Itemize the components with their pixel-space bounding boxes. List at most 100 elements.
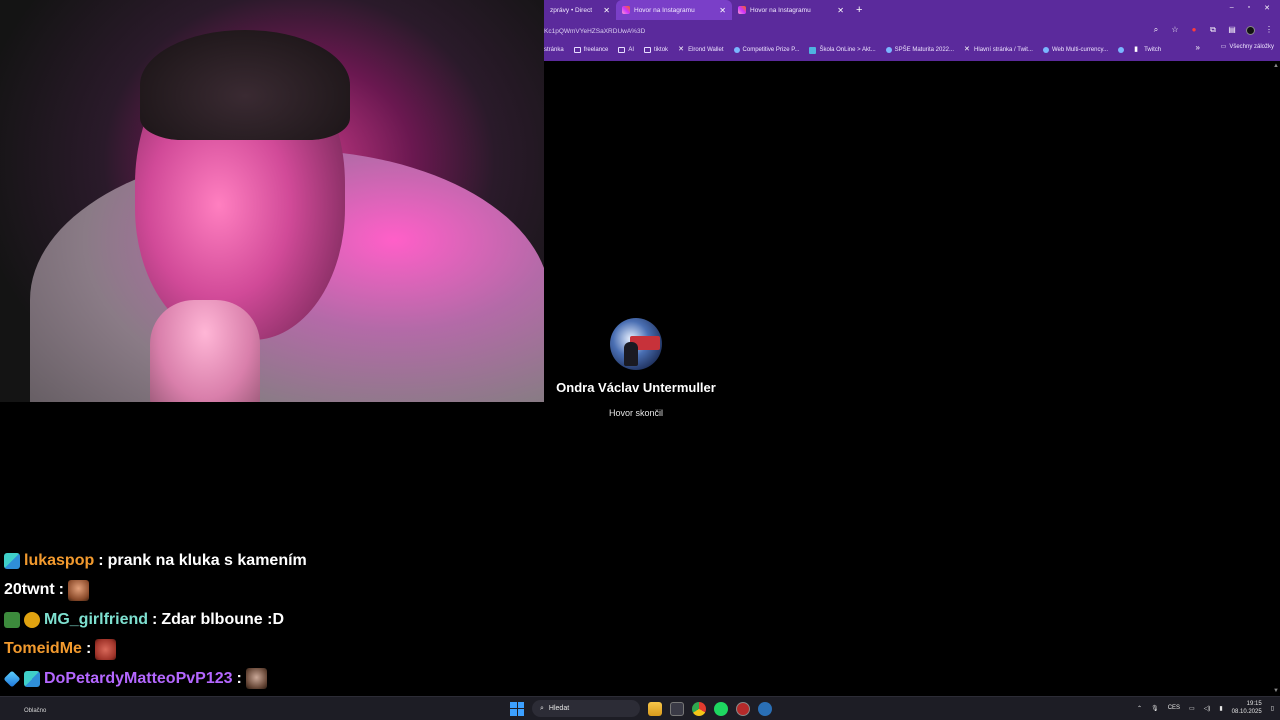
file-explorer-icon[interactable] [648, 701, 662, 716]
taskbar-search[interactable]: ⌕ Hledat [532, 700, 640, 717]
app-blue-icon[interactable] [758, 701, 772, 716]
close-window-icon[interactable]: ✕ [1264, 4, 1270, 12]
tab-instagram-call[interactable]: Hovor na Instagramu ✕ [732, 0, 850, 20]
bookmarks-bar: stránka freelance AI tiktok ✕ Elrond Wall… [544, 43, 1280, 57]
bookmark-item[interactable]: Web Multi-currency... [1042, 47, 1108, 53]
clock-date: 08.10.2025 [1231, 709, 1262, 715]
search-icon: ⌕ [540, 704, 544, 712]
x-icon: ✕ [678, 46, 684, 53]
chat-username: DoPetardyMatteoPvP123 [44, 669, 233, 687]
chat-username: 20twnt [4, 581, 55, 599]
bookmark-star-icon[interactable]: ☆ [1170, 25, 1180, 35]
bookmarks-overflow-icon[interactable]: » [1196, 43, 1200, 52]
chat-separator: : [85, 640, 92, 658]
chat-separator: : [236, 669, 242, 687]
tab-instagram-call-active[interactable]: Hovor na Instagramu ✕ [616, 0, 732, 20]
menu-kebab-icon[interactable]: ⋮ [1264, 25, 1274, 35]
twitch-icon: ▮ [1134, 46, 1138, 53]
bookmark-folder[interactable]: tiktok [644, 47, 668, 53]
chat-separator: : [58, 581, 64, 599]
tray-overflow-icon[interactable]: ⌃ [1137, 705, 1142, 712]
badge-cube-icon [3, 670, 21, 688]
battery-icon[interactable]: ▮ [1219, 705, 1222, 712]
zoom-icon[interactable]: ⌕ [1151, 25, 1161, 35]
call-status: Hovor skončil [608, 408, 664, 418]
extensions-icon[interactable]: ⧉ [1208, 25, 1218, 35]
avatar-figure [624, 342, 638, 366]
bookmark-item[interactable]: Škola OnLine > Akt... [809, 46, 876, 54]
emote-icon [245, 668, 267, 690]
webcam-feed [0, 0, 544, 402]
chat-username: lukaspop [24, 551, 95, 569]
address-bar[interactable]: Kc1pQWmVYeHZSaXRDUwA%3D ⌕ ☆ ● ⧉ ▤ ⋮ [544, 21, 1280, 41]
url-text[interactable]: Kc1pQWmVYeHZSaXRDUwA%3D [544, 28, 645, 35]
new-tab-button[interactable]: + [850, 4, 868, 16]
clock-time: 19:15 [1246, 701, 1262, 707]
chat-text: Zdar blboune :D [161, 610, 284, 628]
bookmark-item[interactable]: ✕ Hlavní stránka / Twit... [964, 46, 1033, 53]
close-tab-icon[interactable]: ✕ [719, 6, 726, 15]
chat-username: MG_girlfriend [44, 610, 149, 628]
instagram-icon [622, 6, 630, 14]
all-bookmarks-button[interactable]: ▭ Všechny záložky [1220, 43, 1274, 51]
bookmark-folder[interactable]: freelance [573, 47, 608, 53]
scroll-up-icon[interactable]: ▲ [1273, 63, 1279, 69]
school-icon [809, 46, 817, 54]
emote-icon [95, 638, 117, 660]
globe-icon [1118, 47, 1125, 53]
scroll-down-icon[interactable]: ▼ [1273, 688, 1279, 694]
chat-text: prank na kluka s kamením [107, 551, 307, 569]
spotify-icon[interactable] [714, 701, 728, 716]
tab-label: Hovor na Instagramu [634, 6, 695, 14]
bookmark-item[interactable]: Competitive Prize P... [733, 47, 799, 53]
weather-widget[interactable]: Oblačno [24, 708, 46, 714]
chat-message: 20twnt : [4, 576, 544, 606]
minimize-icon[interactable]: – [1230, 4, 1234, 12]
folder-icon: ▭ [1220, 44, 1227, 50]
volume-icon[interactable]: ◁) [1204, 705, 1211, 712]
app-red-icon[interactable] [736, 701, 750, 716]
taskbar-apps: ⌕ Hledat [510, 700, 772, 717]
extension-red-icon[interactable]: ● [1189, 25, 1199, 35]
folder-icon [618, 47, 626, 53]
globe-icon [885, 47, 892, 53]
chat-message: lukaspop : prank na kluka s kamením [4, 546, 544, 576]
webcam-hand [150, 300, 260, 402]
chat-message: TomeidMe : [4, 635, 544, 665]
tab-strip: zprávy • Direct ✕ Hovor na Instagramu ✕ … [544, 0, 1280, 20]
profile-avatar[interactable] [1246, 25, 1255, 35]
chat-separator: : [98, 551, 104, 569]
close-tab-icon[interactable]: ✕ [603, 6, 610, 15]
close-tab-icon[interactable]: ✕ [837, 6, 844, 15]
page-scrollbar[interactable]: ▲ ▼ [1272, 61, 1280, 696]
bookmark-item[interactable]: SPŠE Maturita 2022... [885, 47, 954, 53]
instagram-icon [738, 6, 746, 14]
microphone-icon[interactable]: 🎙 [1151, 705, 1159, 712]
toolbar-icons: ⌕ ☆ ● ⧉ ▤ ⋮ [1151, 25, 1274, 35]
caller-avatar [610, 318, 662, 370]
chat-message: MG_girlfriend : Zdar blboune :D [4, 605, 544, 635]
caller-name: Ondra Václav Untermuller [556, 380, 716, 395]
tab-label: Hovor na Instagramu [750, 6, 811, 14]
browser-window: zprávy • Direct ✕ Hovor na Instagramu ✕ … [544, 0, 1280, 61]
stream-chat-overlay: lukaspop : prank na kluka s kamením 20tw… [3, 546, 544, 720]
start-button-icon[interactable] [510, 701, 524, 716]
bookmark-item[interactable]: stránka [544, 47, 564, 53]
chrome-icon[interactable] [692, 701, 706, 716]
clock[interactable]: 19:15 08.10.2025 [1232, 700, 1262, 716]
globe-icon [733, 47, 740, 53]
bookmark-item[interactable]: ▮ Twitch [1134, 46, 1161, 53]
search-placeholder: Hledat [548, 705, 570, 712]
side-panel-icon[interactable]: ▤ [1227, 25, 1237, 35]
network-icon[interactable]: ▭ [1189, 705, 1195, 712]
notifications-icon[interactable]: ▯ [1271, 705, 1274, 712]
bookmark-folder[interactable]: AI [618, 47, 634, 53]
bookmark-item[interactable]: ✕ Elrond Wallet [678, 46, 723, 53]
maximize-icon[interactable]: ▫ [1248, 4, 1250, 12]
bookmark-item[interactable] [1118, 47, 1125, 53]
tab-direct[interactable]: zprávy • Direct ✕ [544, 0, 616, 20]
app-icon[interactable] [670, 701, 684, 716]
language-indicator[interactable]: CES [1168, 705, 1180, 711]
tab-label: zprávy • Direct [550, 6, 593, 14]
subscriber-badge-icon [24, 670, 40, 687]
